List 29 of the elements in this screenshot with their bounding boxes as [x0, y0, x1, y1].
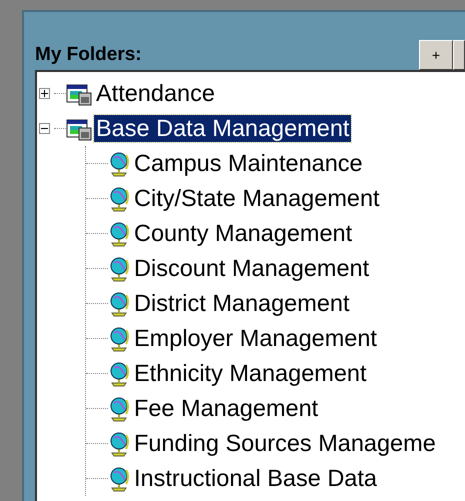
tree-item[interactable]: Funding Sources Manageme [132, 430, 438, 457]
globe-icon [108, 150, 130, 176]
tree-item[interactable]: Instructional Base Data [132, 465, 379, 492]
globe-icon [108, 186, 130, 212]
toolbar-button[interactable] [453, 40, 465, 70]
globe-icon [108, 256, 130, 282]
tree-item[interactable]: Base Data Management [94, 115, 352, 142]
tree-item[interactable]: District Management [132, 290, 352, 317]
tree-item[interactable]: Ethnicity Management [132, 360, 369, 387]
panel-title: My Folders: [35, 44, 143, 66]
tree-item[interactable]: Campus Maintenance [132, 150, 365, 177]
tree-item[interactable]: County Management [132, 220, 354, 247]
expand-button[interactable]: + [419, 40, 453, 70]
globe-icon [108, 360, 130, 386]
globe-icon [108, 326, 130, 352]
folder-window-icon [66, 116, 92, 140]
tree-item[interactable]: City/State Management [132, 185, 382, 212]
globe-icon [108, 430, 130, 456]
folder-window-icon [66, 82, 92, 106]
tree-item[interactable]: Employer Management [132, 325, 379, 352]
expand-icon[interactable] [39, 88, 50, 99]
globe-icon [108, 220, 130, 246]
tree-item[interactable]: Attendance [94, 80, 217, 107]
collapse-icon[interactable] [39, 123, 50, 134]
globe-icon [108, 290, 130, 316]
globe-icon [108, 466, 130, 492]
tree-item[interactable]: Fee Management [132, 395, 320, 422]
globe-icon [108, 396, 130, 422]
tree-item[interactable]: Discount Management [132, 255, 372, 282]
